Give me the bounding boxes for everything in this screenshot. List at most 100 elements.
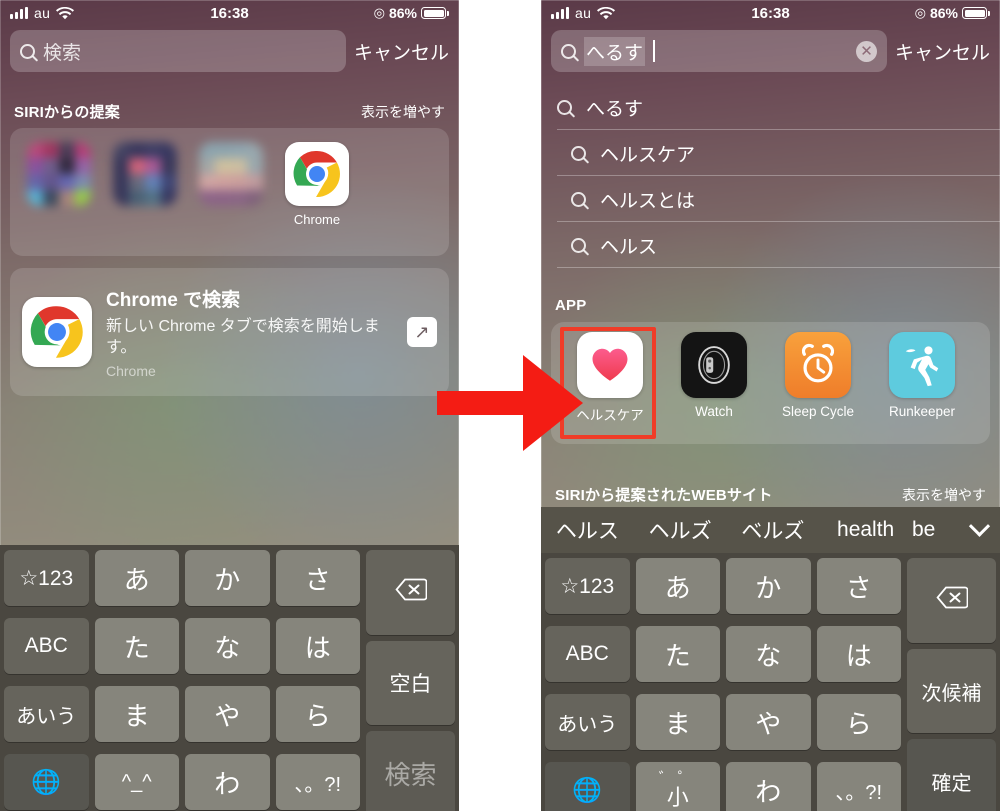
blurred-app-icon [199, 142, 263, 206]
search-icon [571, 191, 586, 207]
chrome-icon [285, 142, 349, 206]
key-ra[interactable]: ら [275, 686, 360, 742]
delete-icon[interactable] [907, 558, 996, 643]
prediction-candidate[interactable]: ヘルス [541, 515, 634, 545]
key-emoticon[interactable]: ^_^ [94, 754, 179, 810]
key-abc[interactable]: ABC [4, 618, 89, 674]
key-ra[interactable]: ら [816, 694, 901, 750]
key-sa[interactable]: さ [275, 550, 360, 606]
siri-suggestions-header: SIRIからの提案 表示を増やす [14, 101, 445, 122]
mosaic-icon [113, 142, 177, 206]
globe-icon[interactable]: 🌐 [545, 762, 630, 811]
red-arrow-right-icon [437, 355, 583, 451]
siri-show-more-button[interactable]: 表示を増やす [361, 102, 445, 122]
key-ha[interactable]: は [816, 626, 901, 682]
key-punct[interactable]: 、。?! [275, 754, 360, 810]
text-caret [653, 40, 656, 62]
battery-icon [421, 7, 446, 19]
keyboard-row: あいう ま や ら [4, 686, 360, 742]
key-ya[interactable]: や [726, 694, 811, 750]
chrome-search-card[interactable]: Chrome で検索 新しい Chrome タブで検索を開始します。 Chrom… [10, 268, 449, 396]
web-show-more-button[interactable]: 表示を増やす [902, 485, 986, 505]
status-bar: au 16:38 ◎ 86% [541, 0, 1000, 26]
keyboard-side-column: 空白 検索 [366, 550, 455, 811]
list-item[interactable]: ヘルスとは [541, 176, 1000, 222]
app-label: Runkeeper [888, 404, 956, 419]
search-placeholder: 検索 [43, 42, 82, 64]
prediction-candidate[interactable]: be [912, 518, 958, 542]
list-item[interactable]: ヘルス [541, 222, 1000, 268]
key-ka[interactable]: か [726, 558, 811, 614]
app-cell-sleepcycle[interactable]: Sleep Cycle [767, 332, 869, 436]
app-section-header: APP [555, 297, 986, 314]
key-ma[interactable]: ま [94, 686, 179, 742]
health-heart-icon [577, 332, 643, 398]
key-ta[interactable]: た [94, 618, 179, 674]
key-na[interactable]: な [185, 618, 270, 674]
key-ta[interactable]: た [635, 626, 720, 682]
suggested-app-cell[interactable] [194, 142, 268, 212]
keyboard-row: ABC た な は [4, 618, 360, 674]
cancel-button[interactable]: キャンセル [354, 38, 449, 65]
search-input[interactable]: 検索 [10, 30, 346, 72]
clear-circle-icon[interactable]: ✕ [855, 40, 877, 62]
chevron-down-icon[interactable] [958, 515, 1000, 538]
suggested-app-label: Chrome [293, 212, 341, 227]
search-input[interactable]: へるす ✕ [551, 30, 887, 72]
mosaic-icon [27, 142, 91, 206]
key-space[interactable]: 空白 [366, 640, 455, 726]
key-symbols[interactable]: ☆123 [4, 550, 89, 606]
key-ka[interactable]: か [185, 550, 270, 606]
battery-percent-label: 86% [929, 5, 958, 21]
key-confirm[interactable]: 確定 [907, 739, 996, 811]
key-search[interactable]: 検索 [366, 731, 455, 811]
cancel-button[interactable]: キャンセル [895, 38, 990, 65]
key-abc[interactable]: ABC [545, 626, 630, 682]
search-icon [561, 43, 576, 59]
suggestion-label: ヘルスケア [600, 144, 696, 166]
key-na[interactable]: な [726, 626, 811, 682]
key-ma[interactable]: ま [635, 694, 720, 750]
prediction-candidate[interactable]: health [819, 518, 912, 542]
search-icon [571, 237, 586, 253]
suggested-app-chrome[interactable]: Chrome [280, 142, 354, 227]
delete-icon[interactable] [366, 550, 455, 635]
app-cell-runkeeper[interactable]: Runkeeper [871, 332, 973, 436]
keyboard-row: 🌐 ゛゜小 わ 、。?! [545, 762, 901, 811]
screenshot-stage: au 16:38 ◎ 86% 検索 キャンセル SIRIからの提案 表示を増やす… [0, 0, 1000, 811]
key-next-candidate[interactable]: 次候補 [907, 648, 996, 734]
status-bar: au 16:38 ◎ 86% [0, 0, 459, 26]
prediction-candidate[interactable]: ヘルズ [634, 515, 727, 545]
left-phone-screenshot: au 16:38 ◎ 86% 検索 キャンセル SIRIからの提案 表示を増やす… [0, 0, 459, 811]
suggested-app-cell[interactable] [108, 142, 182, 212]
key-a[interactable]: あ [635, 558, 720, 614]
search-suggestion-list: へるす ヘルスケア ヘルスとは ヘルス [541, 84, 1000, 268]
globe-icon[interactable]: 🌐 [4, 754, 89, 810]
prediction-candidate[interactable]: ベルズ [727, 515, 820, 545]
key-a[interactable]: あ [94, 550, 179, 606]
key-ha[interactable]: は [275, 618, 360, 674]
app-cell-watch[interactable]: Watch [663, 332, 765, 436]
key-kana[interactable]: あいう [545, 694, 630, 750]
search-value: へるす [584, 36, 646, 66]
chrome-card-texts: Chrome で検索 新しい Chrome タブで検索を開始します。 Chrom… [106, 285, 393, 379]
web-section-title: SIRIから提案されたWEBサイト [555, 487, 773, 504]
search-row: へるす ✕ キャンセル [551, 30, 990, 72]
list-item[interactable]: へるす [541, 84, 1000, 130]
key-punct[interactable]: 、。?! [816, 762, 901, 811]
key-wa[interactable]: わ [726, 762, 811, 811]
key-wa[interactable]: わ [185, 754, 270, 810]
key-symbols[interactable]: ☆123 [545, 558, 630, 614]
keyboard-main-columns: ☆123 あ か さ ABC た な は あいう ま や [4, 550, 360, 811]
battery-icon [962, 7, 987, 19]
keyboard: ☆123 あ か さ ABC た な は あいう ま や [0, 545, 459, 811]
app-label: ヘルスケア [576, 408, 644, 423]
key-sa[interactable]: さ [816, 558, 901, 614]
external-link-icon[interactable]: ↗ [407, 317, 437, 347]
key-dakuten[interactable]: ゛゜小 [635, 762, 720, 811]
key-kana[interactable]: あいう [4, 686, 89, 742]
suggested-app-cell[interactable] [22, 142, 96, 212]
key-ya[interactable]: や [185, 686, 270, 742]
keyboard-grid: ☆123 あ か さ ABC た な は あいう ま や [4, 550, 455, 811]
list-item[interactable]: ヘルスケア [541, 130, 1000, 176]
